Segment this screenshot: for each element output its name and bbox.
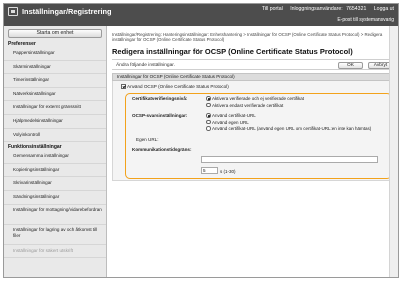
responder-option-2-label: Använd egen URL bbox=[212, 119, 249, 125]
page-title: Redigera inställningar för OCSP (Online … bbox=[112, 47, 353, 56]
verification-option-1[interactable]: Aktivera verifierade och ej verifierade … bbox=[206, 96, 304, 101]
responder-radio-1[interactable] bbox=[206, 113, 211, 118]
timeout-range-label: s (1-30) bbox=[220, 168, 236, 174]
change-settings-label: Ändra följande inställningar. bbox=[116, 63, 175, 68]
verification-level-label: Certifikatverifieringsnivå: bbox=[132, 96, 188, 101]
own-url-input[interactable] bbox=[201, 156, 378, 163]
use-ocsp-checkbox[interactable] bbox=[121, 84, 126, 89]
sidebar-item-receive-forward[interactable]: Inställningar för mottagning/vidarebefor… bbox=[4, 205, 106, 225]
ok-button[interactable]: OK bbox=[338, 61, 363, 69]
sidebar: Starta om enhet Preferenser Pappersinstä… bbox=[4, 26, 107, 277]
app-title: Inställningar/Registrering bbox=[22, 7, 112, 16]
verification-option-2[interactable]: Aktivera endast verifierade certifikat bbox=[206, 102, 284, 108]
restart-device-button[interactable]: Starta om enhet bbox=[8, 29, 102, 38]
responder-option-2[interactable]: Använd egen URL bbox=[206, 119, 249, 125]
browser-page: Inställningar/Registrering Till portal I… bbox=[3, 3, 399, 278]
sidebar-item-common[interactable]: Gemensamma inställningar bbox=[4, 150, 106, 164]
sidebar-item-printer[interactable]: Skrivarinställningar bbox=[4, 177, 106, 191]
own-url-label: Egen URL: bbox=[136, 137, 159, 142]
admin-email-link[interactable]: E-post till systemansvarig bbox=[337, 17, 394, 23]
sidebar-item-display[interactable]: Skärminställningar bbox=[4, 61, 106, 75]
use-ocsp-option[interactable]: Använd OCSP (Online Certificate Status P… bbox=[121, 84, 229, 89]
top-bar: Inställningar/Registrering Till portal I… bbox=[4, 4, 398, 26]
use-ocsp-label: Använd OCSP (Online Certificate Status P… bbox=[127, 84, 229, 89]
sidebar-item-network[interactable]: Nätverksinställningar bbox=[4, 88, 106, 102]
responder-option-3-label: Använd certifikat-URL (använd egen URL o… bbox=[212, 126, 372, 131]
timeout-label: Kommunikationstidsgräns: bbox=[132, 147, 192, 152]
sidebar-item-store-access[interactable]: Inställningar för lagring av och åtkomst… bbox=[4, 225, 106, 245]
sidebar-item-volume[interactable]: Volyinkontroll bbox=[4, 129, 106, 143]
responder-option-1-label: Använd certifikat-URL bbox=[212, 113, 256, 118]
login-user-label: Inloggningsanvändare: bbox=[290, 6, 343, 12]
sidebar-item-secure-print[interactable]: Inställningar för säkert utskrift bbox=[4, 245, 106, 259]
sidebar-item-send[interactable]: Sändningsinställningar bbox=[4, 191, 106, 205]
responder-radio-2[interactable] bbox=[206, 119, 211, 124]
responder-option-1[interactable]: Använd certifikat-URL bbox=[206, 113, 256, 118]
logout-link[interactable]: Logga ut bbox=[374, 6, 394, 12]
ocsp-responder-label: OCSP-svarsinställningar: bbox=[132, 113, 188, 118]
login-user-id: 7654321 bbox=[346, 6, 367, 12]
settings-app-icon bbox=[8, 7, 18, 16]
main-content: Inställningar/Registrering: Hanteringsin… bbox=[108, 26, 398, 277]
section-header: Inställningar för OCSP (Online Certifica… bbox=[112, 73, 395, 81]
sidebar-item-timer[interactable]: Timerinställningar bbox=[4, 74, 106, 88]
settings-panel: Använd OCSP (Online Certificate Status P… bbox=[112, 81, 395, 181]
sidebar-section-functions: Funktionsinställningar bbox=[8, 144, 62, 151]
verification-radio-1[interactable] bbox=[206, 96, 211, 101]
timeout-input[interactable]: 5 bbox=[201, 167, 218, 174]
header-links: Till portal Inloggningsanvändare: 765432… bbox=[256, 6, 394, 12]
verification-option-1-label: Aktivera verifierade och ej verifierade … bbox=[212, 96, 305, 101]
portal-link[interactable]: Till portal bbox=[262, 6, 283, 12]
breadcrumb: Inställningar/Registrering: Hanteringsin… bbox=[112, 32, 383, 43]
highlight-frame: Certifikatverifieringsnivå: Aktivera ver… bbox=[125, 93, 392, 179]
vertical-scrollbar[interactable] bbox=[389, 26, 398, 277]
action-row: Ändra följande inställningar. OK Avbryt bbox=[112, 59, 395, 70]
sidebar-item-copy[interactable]: Kopieringsinställningar bbox=[4, 164, 106, 178]
sidebar-item-external-interface[interactable]: Inställningar för externt gränssnitt bbox=[4, 101, 106, 115]
sidebar-section-preferences: Preferenser bbox=[8, 41, 36, 47]
sidebar-item-accessibility[interactable]: Hjälpmedelsinställningar bbox=[4, 115, 106, 129]
responder-option-3[interactable]: Använd certifikat-URL (använd egen URL o… bbox=[206, 126, 371, 131]
sidebar-item-paper[interactable]: Pappersinställningar bbox=[4, 47, 106, 61]
verification-option-2-label: Aktivera endast verifierade certifikat bbox=[212, 102, 284, 108]
verification-radio-2[interactable] bbox=[206, 102, 211, 107]
responder-radio-3[interactable] bbox=[206, 126, 211, 131]
